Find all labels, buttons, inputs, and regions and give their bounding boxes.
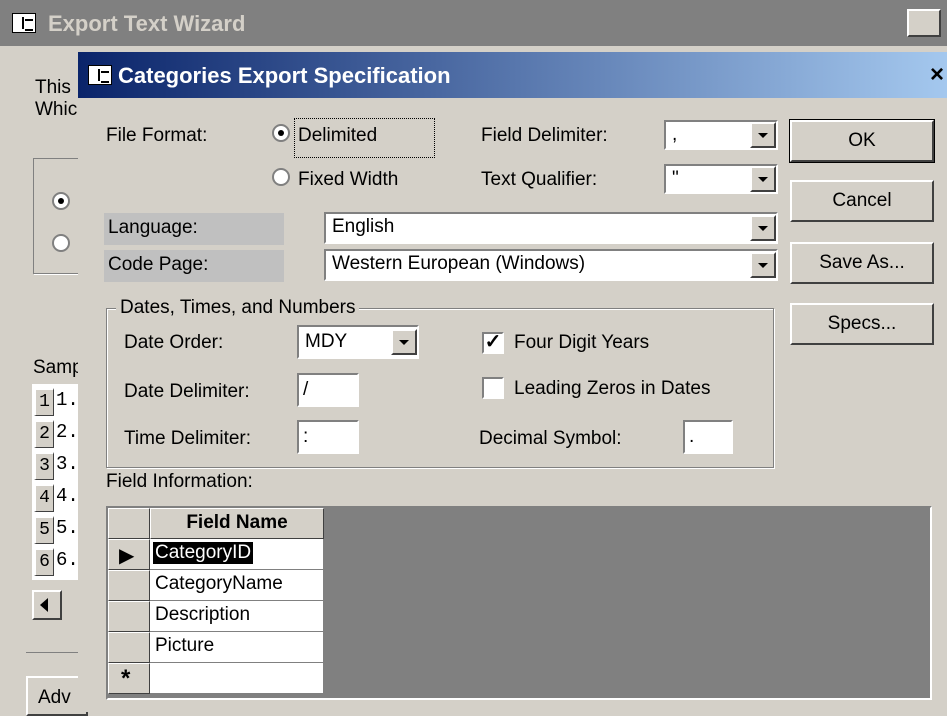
- code-page-value: Western European (Windows): [332, 253, 586, 274]
- time-delimiter-label: Time Delimiter:: [124, 428, 252, 449]
- current-record-icon: ▶: [119, 545, 135, 567]
- field-delimiter-label: Field Delimiter:: [481, 125, 608, 146]
- date-order-select[interactable]: MDY: [297, 325, 419, 359]
- back-window-title: Export Text Wizard: [48, 11, 246, 36]
- code-page-select[interactable]: Western European (Windows): [324, 249, 778, 281]
- language-value: English: [332, 216, 395, 237]
- sample-row-text: 2.: [56, 421, 79, 443]
- grid-cell-text: Description: [155, 604, 251, 625]
- decimal-symbol-value: .: [689, 426, 695, 447]
- dialog-close-button[interactable]: ×: [930, 61, 944, 89]
- chevron-down-icon[interactable]: [750, 166, 776, 192]
- sample-row-number: 2: [34, 420, 54, 448]
- sample-row-number: 5: [34, 516, 54, 544]
- grid-cell[interactable]: Picture: [150, 632, 324, 663]
- delimited-radio[interactable]: [272, 124, 290, 142]
- field-information-label: Field Information:: [106, 471, 253, 492]
- leading-zeros-label[interactable]: Leading Zeros in Dates: [514, 378, 710, 400]
- row-selector[interactable]: [108, 632, 150, 663]
- language-label-box: Language:: [104, 213, 284, 245]
- language-select[interactable]: English: [324, 212, 778, 244]
- sample-row-text: 3.: [56, 453, 79, 475]
- back-fixed-radio[interactable]: [52, 234, 70, 252]
- sample-row-text: 4.: [56, 485, 79, 507]
- app-window-icon: [12, 13, 36, 33]
- grid-cell[interactable]: [150, 663, 324, 694]
- field-delimiter-select[interactable]: ,: [664, 120, 778, 150]
- fixed-width-radio[interactable]: [272, 168, 290, 186]
- sample-row-number: 3: [34, 452, 54, 480]
- cancel-button[interactable]: Cancel: [790, 180, 934, 222]
- fixed-width-label[interactable]: Fixed Width: [298, 169, 398, 191]
- sample-row-number: 6: [34, 548, 54, 576]
- text-qualifier-label: Text Qualifier:: [481, 169, 598, 190]
- chevron-down-icon[interactable]: [750, 215, 776, 241]
- row-selector[interactable]: [108, 570, 150, 601]
- ok-button[interactable]: OK: [789, 119, 935, 163]
- grid-cell-text: CategoryID: [153, 542, 254, 564]
- sample-row-text: 1.: [56, 389, 79, 411]
- text-qualifier-value: ": [672, 168, 679, 189]
- time-delimiter-input[interactable]: :: [297, 420, 359, 454]
- file-format-label: File Format:: [106, 125, 208, 146]
- code-page-label: Code Page:: [108, 254, 209, 275]
- decimal-symbol-input[interactable]: .: [683, 420, 733, 454]
- dialog-title: Categories Export Specification: [118, 63, 451, 88]
- four-digit-years-label[interactable]: Four Digit Years: [514, 332, 649, 354]
- code-page-label-box: Code Page:: [104, 250, 284, 282]
- date-order-label: Date Order:: [124, 332, 224, 353]
- back-window-close-button[interactable]: ×: [907, 9, 941, 37]
- back-advanced-button-label: Adv: [38, 687, 71, 708]
- leading-zeros-checkbox[interactable]: [482, 377, 504, 399]
- sample-row-number: 4: [34, 484, 54, 512]
- specs-button[interactable]: Specs...: [790, 303, 934, 345]
- grid-cell[interactable]: CategoryID: [150, 539, 324, 570]
- sample-row-text: 6.: [56, 549, 79, 571]
- row-selector[interactable]: [108, 601, 150, 632]
- back-divider: [26, 652, 86, 653]
- dialog-window-icon: [88, 65, 112, 85]
- grid-cell-text: CategoryName: [155, 573, 283, 594]
- grid-column-header[interactable]: Field Name: [150, 508, 324, 539]
- grid-cell[interactable]: CategoryName: [150, 570, 324, 601]
- grid-cell-text: Picture: [155, 635, 215, 656]
- back-sample-label: Samp: [33, 357, 83, 378]
- grid-cell[interactable]: Description: [150, 601, 324, 632]
- delimited-label[interactable]: Delimited: [298, 125, 377, 147]
- date-delimiter-label: Date Delimiter:: [124, 381, 250, 402]
- sample-row-text: 5.: [56, 517, 79, 539]
- chevron-down-icon[interactable]: [750, 122, 776, 148]
- save-as-button[interactable]: Save As...: [790, 242, 934, 284]
- date-delimiter-input[interactable]: /: [297, 373, 359, 407]
- grid-corner: [108, 508, 150, 539]
- back-delimited-radio[interactable]: [52, 192, 70, 210]
- back-window-titlebar[interactable]: Export Text Wizard ×: [0, 0, 947, 46]
- back-intro-line1: This: [35, 77, 71, 98]
- chevron-down-icon[interactable]: [750, 252, 776, 278]
- time-delimiter-value: :: [303, 426, 309, 447]
- field-delimiter-value: ,: [672, 124, 678, 145]
- date-delimiter-value: /: [303, 379, 309, 400]
- scroll-left-button[interactable]: [32, 590, 62, 620]
- chevron-down-icon[interactable]: [391, 329, 417, 355]
- four-digit-years-checkbox[interactable]: ✓: [482, 332, 504, 354]
- dialog-titlebar[interactable]: Categories Export Specification ×: [78, 52, 947, 98]
- date-order-value: MDY: [305, 331, 348, 352]
- back-sample-preview: 1 1. 2 2. 3 3. 4 4. 5 5. 6 6.: [32, 384, 82, 580]
- row-selector[interactable]: ▶: [108, 539, 150, 570]
- text-qualifier-select[interactable]: ": [664, 164, 778, 194]
- dates-group-title: Dates, Times, and Numbers: [116, 297, 360, 319]
- decimal-symbol-label: Decimal Symbol:: [479, 428, 622, 449]
- language-label: Language:: [108, 217, 198, 238]
- field-information-grid[interactable]: Field Name ▶ CategoryID CategoryName Des…: [106, 506, 932, 700]
- sample-row-number: 1: [34, 388, 54, 416]
- arrow-left-icon: [40, 598, 48, 612]
- new-record-icon: *: [121, 665, 131, 692]
- back-intro-line2: Whic: [35, 99, 78, 120]
- row-selector[interactable]: *: [108, 663, 150, 694]
